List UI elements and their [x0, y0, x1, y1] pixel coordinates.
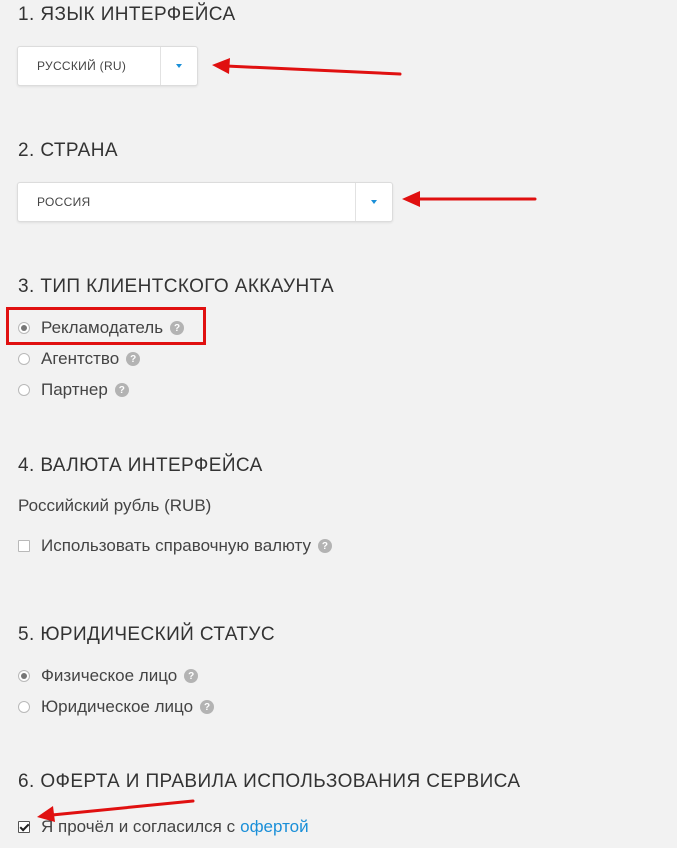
annotation-arrows: [37, 58, 537, 822]
annotation-arrow-agree: [50, 799, 195, 817]
annotation-arrow-language: [224, 64, 402, 76]
